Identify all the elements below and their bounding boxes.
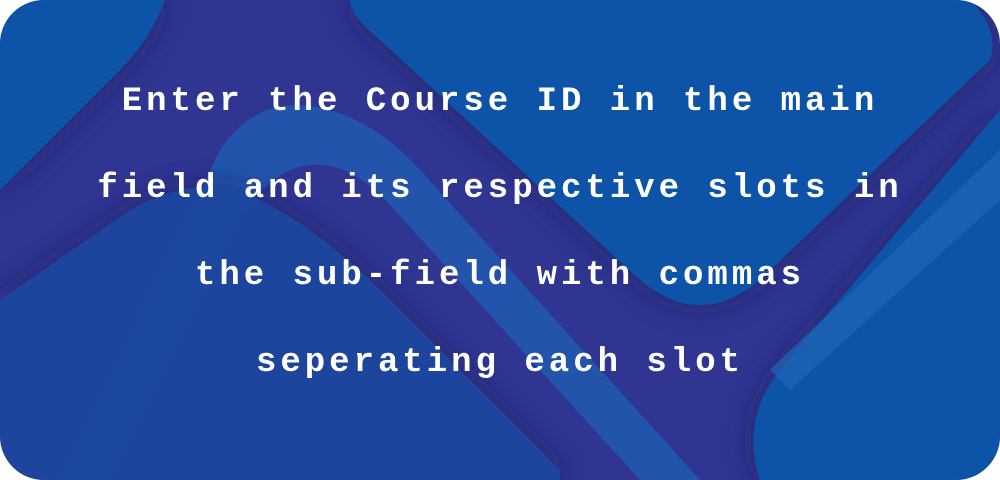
instruction-line-4: seperating each slot xyxy=(255,344,745,382)
instruction-line-2: field and its respective slots in xyxy=(97,170,903,208)
instruction-text: Enter the Course ID in the main field an… xyxy=(0,0,1000,480)
instruction-line-3: the sub-field with commas xyxy=(194,257,806,295)
instruction-banner: Enter the Course ID in the main field an… xyxy=(0,0,1000,480)
instruction-line-1: Enter the Course ID in the main xyxy=(121,83,879,121)
